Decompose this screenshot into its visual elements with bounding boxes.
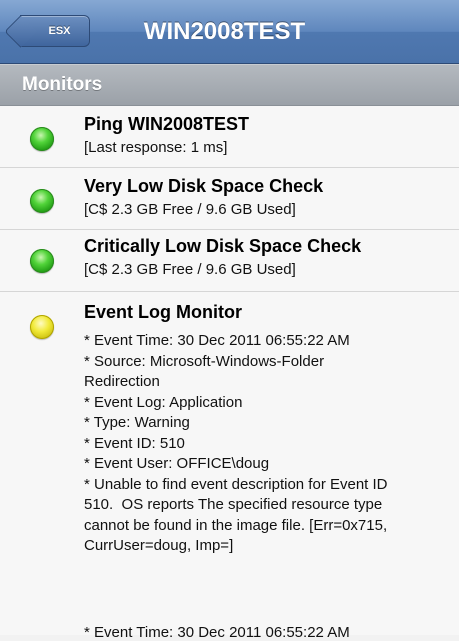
event-details: * Event Time: 30 Dec 2011 06:55:22 AM * … bbox=[84, 331, 456, 557]
monitor-detail: [C$ 2.3 GB Free / 9.6 GB Used] bbox=[84, 201, 296, 218]
back-button[interactable]: ESX bbox=[20, 15, 90, 47]
monitor-detail: [C$ 2.3 GB Free / 9.6 GB Used] bbox=[84, 261, 296, 278]
event-detail-line: * Event Time: 30 Dec 2011 06:55:22 AM bbox=[84, 332, 350, 349]
status-green-icon bbox=[30, 127, 54, 151]
event-detail-line: * Type: Warning bbox=[84, 414, 190, 431]
event-detail-line: * Event Log: Application bbox=[84, 393, 243, 411]
back-button-label: ESX bbox=[48, 25, 71, 37]
status-yellow-icon bbox=[30, 315, 54, 339]
monitor-detail: [Last response: 1 ms] bbox=[84, 139, 228, 156]
event-detail-line: CurrUser=doug, Imp=] bbox=[84, 537, 234, 554]
monitor-name: Ping WIN2008TEST bbox=[84, 114, 250, 134]
monitor-row[interactable]: Critically Low Disk Space Check [C$ 2.3 … bbox=[0, 230, 459, 292]
section-header-monitors: Monitors bbox=[0, 64, 459, 106]
page-title: WIN2008TEST bbox=[143, 18, 306, 45]
event-detail-line: cannot be found in the image file. [Err=… bbox=[84, 516, 388, 534]
event-detail-line: * Event User: OFFICE\doug bbox=[84, 455, 270, 472]
navigation-bar: ESX WIN2008TEST bbox=[0, 0, 459, 64]
event-detail-line: 510. OS reports The specified resource t… bbox=[84, 496, 383, 513]
event-detail-line-cut: * Event Time: 30 Dec 2011 06:55:22 AM bbox=[84, 624, 350, 641]
monitor-name: Critically Low Disk Space Check bbox=[84, 236, 362, 256]
event-detail-line: * Source: Microsoft-Windows-Folder bbox=[84, 352, 325, 370]
event-detail-line: * Event ID: 510 bbox=[84, 434, 185, 452]
event-detail-line: * Unable to find event description for E… bbox=[84, 475, 388, 493]
monitor-row[interactable]: Ping WIN2008TEST [Last response: 1 ms] bbox=[0, 106, 459, 168]
monitor-name: Very Low Disk Space Check bbox=[84, 176, 324, 196]
monitor-row[interactable]: Very Low Disk Space Check [C$ 2.3 GB Fre… bbox=[0, 168, 459, 230]
status-green-icon bbox=[30, 189, 54, 213]
event-detail-line: Redirection bbox=[84, 373, 160, 390]
monitor-name: Event Log Monitor bbox=[84, 302, 242, 322]
status-green-icon bbox=[30, 249, 54, 273]
